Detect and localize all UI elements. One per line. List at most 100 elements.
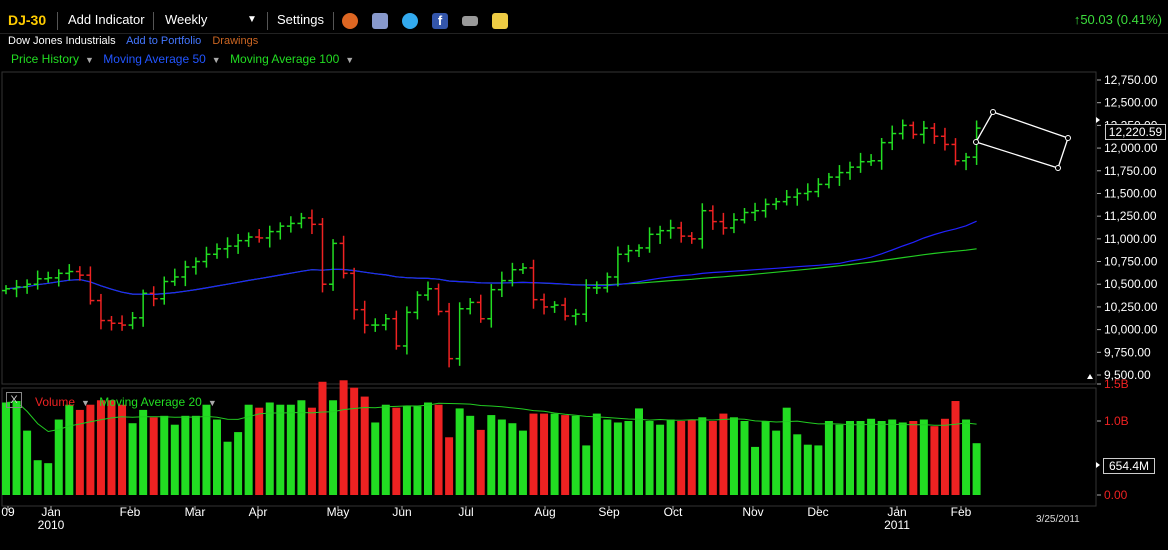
volume-bar (149, 417, 158, 495)
volume-bar (12, 401, 21, 495)
time-tick-label: Nov (742, 505, 763, 519)
volume-bar (297, 400, 306, 495)
time-tick-label: Jun (392, 505, 411, 519)
volume-bar (761, 421, 770, 495)
chevron-down-icon[interactable]: ▼ (81, 398, 90, 408)
price-tick-label: 9,750.00 (1104, 345, 1151, 359)
volume-bar (592, 413, 601, 495)
price-tick-label: 11,750.00 (1104, 164, 1157, 178)
volume-bar (329, 400, 338, 495)
price-tick-label: 10,750.00 (1104, 255, 1158, 269)
volume-bar (846, 421, 854, 495)
volume-bar (677, 421, 686, 495)
volume-bar (44, 463, 53, 495)
volume-bar (276, 404, 285, 495)
time-tick-label: Jul (458, 505, 473, 519)
price-tick-label: 12,750.00 (1104, 73, 1158, 87)
volume-bar (888, 419, 897, 495)
volume-bar (86, 404, 95, 495)
legend-volume[interactable]: Volume (35, 395, 75, 409)
volume-bar (434, 404, 443, 495)
channel-line (975, 141, 1059, 169)
volume-bar (213, 419, 221, 495)
time-year-label: 2010 (38, 518, 65, 532)
volume-bar (33, 460, 42, 495)
price-tick-label: 12,500.00 (1104, 96, 1158, 110)
close-icon[interactable]: X (6, 392, 22, 408)
volume-bar (96, 400, 105, 495)
volume-bar (729, 417, 738, 495)
time-tick-label: Jan (41, 505, 60, 519)
volume-bar (445, 437, 454, 495)
volume-bar (898, 422, 907, 495)
volume-bar (540, 413, 549, 495)
volume-bar (835, 424, 844, 495)
volume-bar (202, 404, 211, 495)
volume-bar (2, 402, 10, 495)
volume-bar (392, 407, 401, 495)
volume-bar (972, 443, 981, 495)
volume-bar (824, 421, 833, 495)
volume-bar (128, 423, 137, 495)
channel-handle (973, 139, 979, 145)
time-tick-label: Oct (664, 505, 683, 519)
volume-bar (772, 430, 781, 495)
volume-tick-label: 0.00 (1104, 488, 1128, 502)
volume-bar (107, 400, 116, 495)
volume-bar (255, 407, 264, 495)
volume-bar (118, 404, 127, 495)
channel-handle (990, 109, 996, 115)
volume-bar (424, 402, 432, 495)
volume-bar (181, 415, 190, 495)
chart-canvas[interactable]: 12,750.0012,500.0012,250.0012,000.0011,7… (0, 0, 1168, 550)
volume-bar (666, 419, 675, 495)
price-tick-label: 11,500.00 (1104, 186, 1157, 200)
volume-bar (497, 419, 506, 495)
volume-bar (139, 409, 148, 495)
volume-bar (381, 404, 390, 495)
volume-bar (793, 434, 802, 495)
volume-bar (476, 429, 485, 495)
time-tick-label: Mar (185, 505, 206, 519)
volume-bar (698, 417, 707, 495)
chevron-down-icon[interactable]: ▼ (208, 398, 217, 408)
volume-bar (318, 381, 327, 495)
price-tick-label: 12,000.00 (1104, 141, 1158, 155)
volume-bar (962, 419, 971, 495)
volume-bar (687, 419, 696, 495)
ma50-path (5, 220, 977, 296)
volume-bar (191, 415, 200, 495)
volume-bar (708, 421, 717, 495)
ma50-line (5, 220, 977, 296)
time-tick-label: May (327, 505, 350, 519)
volume-bar (613, 422, 622, 495)
volume-legend: Volume ▼ Moving Average 20 ▼ (35, 395, 223, 409)
price-tick-label: 10,000.00 (1104, 323, 1158, 337)
volume-bar (740, 421, 749, 495)
price-tick-label: 11,250.00 (1104, 209, 1157, 223)
volume-bar (645, 421, 654, 495)
volume-bar (286, 404, 295, 495)
time-tick-label: Feb (951, 505, 972, 519)
volume-bar (867, 418, 876, 495)
volume-bar (265, 402, 274, 495)
volume-bar (371, 422, 380, 495)
trend-channel-drawing (973, 109, 1071, 171)
volume-bar (413, 406, 422, 495)
volume-bar (603, 419, 612, 495)
volume-bar (307, 407, 316, 495)
volume-marker-icon (1096, 462, 1100, 468)
volume-bar (940, 418, 949, 495)
time-tick-label: Jan (887, 505, 906, 519)
legend-volume-ma[interactable]: Moving Average 20 (99, 395, 202, 409)
volume-bar (877, 421, 886, 495)
time-axis: 09 Jan2010Feb Mar Apr May Jun Jul Aug Sep Oct Nov D… (1, 505, 971, 532)
volume-tick-label: 1.5B (1104, 377, 1129, 391)
price-bars (2, 119, 981, 368)
channel-line (992, 111, 1069, 139)
volume-bar (814, 445, 823, 495)
volume-bar (561, 415, 570, 495)
scroll-up-icon[interactable] (1087, 374, 1093, 379)
price-panel-frame (1, 71, 1097, 385)
volume-bar (529, 413, 538, 495)
